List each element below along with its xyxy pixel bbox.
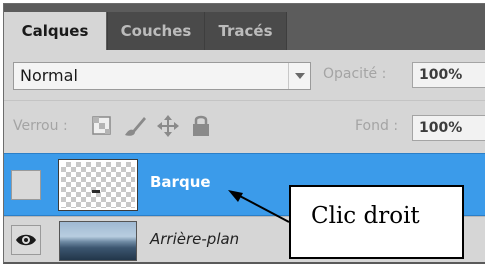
annotation-callout: Clic droit xyxy=(289,185,464,259)
annotation-text: Clic droit xyxy=(311,203,420,229)
